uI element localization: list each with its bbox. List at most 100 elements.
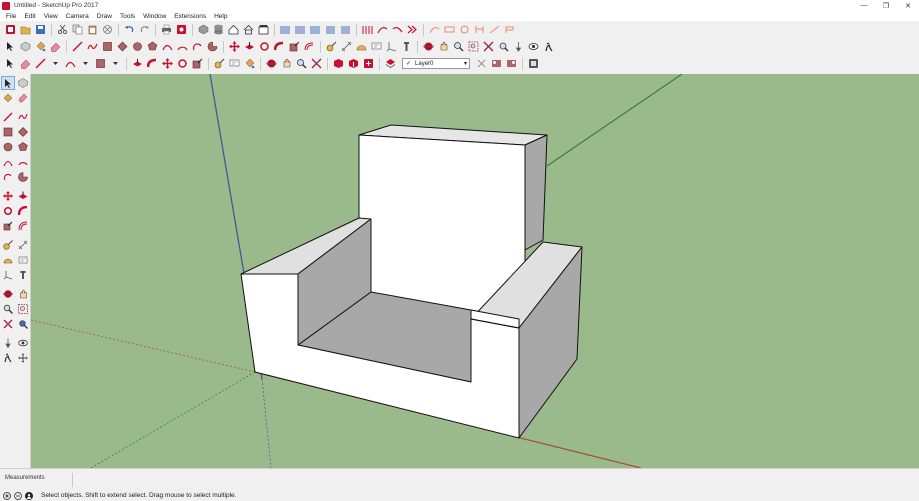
section-plane-4-icon[interactable] — [323, 23, 337, 37]
rectangle-tool-icon[interactable] — [100, 40, 114, 54]
3d-model-canvas[interactable] — [31, 74, 919, 468]
push-pull-2-icon[interactable] — [130, 57, 144, 71]
arc-tool-2-icon[interactable] — [63, 57, 77, 71]
cut-icon[interactable] — [55, 23, 69, 37]
scale-tool-icon[interactable] — [287, 40, 301, 54]
sidebar-rotate-icon[interactable] — [1, 204, 15, 218]
layers-icon[interactable] — [383, 57, 397, 71]
pan-tool-2-icon[interactable] — [279, 57, 293, 71]
sandbox-2-icon[interactable] — [375, 23, 389, 37]
dimension-tool-icon[interactable] — [339, 40, 353, 54]
line-dropdown-icon[interactable] — [48, 57, 62, 71]
rotate-tool-2-icon[interactable] — [175, 57, 189, 71]
zoom-tool-2-icon[interactable] — [294, 57, 308, 71]
make-component-icon[interactable] — [196, 23, 210, 37]
sandbox-outline-6-icon[interactable] — [502, 23, 516, 37]
sidebar-3d-text-icon[interactable] — [16, 268, 30, 282]
minimize-button[interactable]: — — [853, 0, 875, 11]
sidebar-rectangle-icon[interactable] — [1, 125, 15, 139]
polygon-tool-icon[interactable] — [145, 40, 159, 54]
3d-warehouse-icon[interactable] — [331, 57, 345, 71]
menu-view[interactable]: View — [40, 13, 62, 20]
open-folder-icon[interactable] — [18, 23, 32, 37]
zoom-tool-icon[interactable] — [451, 40, 465, 54]
orbit-tool-icon[interactable] — [421, 40, 435, 54]
sandbox-1-icon[interactable] — [360, 23, 374, 37]
sandbox-outline-3-icon[interactable] — [457, 23, 471, 37]
text-tool-icon[interactable] — [369, 40, 383, 54]
home-view-icon[interactable] — [226, 23, 240, 37]
sidebar-zoom-extents-icon[interactable] — [1, 317, 15, 331]
sidebar-dimension-icon[interactable] — [16, 238, 30, 252]
sidebar-three-point-arc-icon[interactable] — [1, 170, 15, 184]
drawing-viewport[interactable] — [31, 74, 919, 468]
line-tool-icon[interactable] — [70, 40, 84, 54]
eraser-icon[interactable] — [48, 40, 62, 54]
sidebar-previous-view-icon[interactable] — [16, 317, 30, 331]
circle-tool-icon[interactable] — [130, 40, 144, 54]
sidebar-push-pull-icon[interactable] — [16, 189, 30, 203]
credits-icon[interactable] — [14, 491, 22, 500]
print-icon[interactable] — [159, 23, 173, 37]
freehand-tool-icon[interactable] — [85, 40, 99, 54]
close-button[interactable]: ✕ — [897, 0, 919, 11]
sidebar-scale-icon[interactable] — [1, 219, 15, 233]
zoom-extents-2-icon[interactable] — [309, 57, 323, 71]
sidebar-polygon-icon[interactable] — [16, 140, 30, 154]
three-point-arc-icon[interactable] — [190, 40, 204, 54]
sandbox-outline-2-icon[interactable] — [442, 23, 456, 37]
sidebar-circle-icon[interactable] — [1, 140, 15, 154]
rectangle-tool-2-icon[interactable] — [93, 57, 107, 71]
paint-bucket-icon[interactable] — [33, 40, 47, 54]
sidebar-freehand-icon[interactable] — [16, 110, 30, 124]
sidebar-pan-icon[interactable] — [16, 287, 30, 301]
orbit-tool-2-icon[interactable] — [264, 57, 278, 71]
sidebar-orbit-icon[interactable] — [1, 287, 15, 301]
arc-tool-icon[interactable] — [160, 40, 174, 54]
sandbox-4-icon[interactable] — [405, 23, 419, 37]
sidebar-zoom-icon[interactable] — [1, 302, 15, 316]
menu-extensions[interactable]: Extensions — [170, 13, 210, 20]
sidebar-paint-bucket-icon[interactable] — [1, 91, 15, 105]
sidebar-component-icon[interactable] — [16, 76, 30, 90]
3d-text-tool-icon[interactable] — [399, 40, 413, 54]
pie-tool-icon[interactable] — [205, 40, 219, 54]
house-icon[interactable] — [241, 23, 255, 37]
zoom-extents-icon[interactable] — [481, 40, 495, 54]
menu-help[interactable]: Help — [210, 13, 231, 20]
sandbox-outline-5-icon[interactable] — [487, 23, 501, 37]
select-arrow-2-icon[interactable] — [3, 57, 17, 71]
extension-warehouse-icon[interactable] — [361, 57, 375, 71]
move-tool-2-icon[interactable] — [160, 57, 174, 71]
new-file-icon[interactable] — [3, 23, 17, 37]
section-plane-5-icon[interactable] — [338, 23, 352, 37]
select-arrow-icon[interactable] — [3, 40, 17, 54]
cylinder-icon[interactable] — [211, 23, 225, 37]
sidebar-pie-icon[interactable] — [16, 170, 30, 184]
save-icon[interactable] — [33, 23, 47, 37]
make-component-2-icon[interactable] — [18, 40, 32, 54]
tape-measure-icon[interactable] — [324, 40, 338, 54]
sidebar-look-around-icon[interactable] — [16, 336, 30, 350]
pan-tool-icon[interactable] — [436, 40, 450, 54]
sidebar-two-point-arc-icon[interactable] — [16, 155, 30, 169]
tape-measure-2-icon[interactable] — [212, 57, 226, 71]
offset-tool-icon[interactable] — [302, 40, 316, 54]
section-plane-2-icon[interactable] — [293, 23, 307, 37]
copy-icon[interactable] — [70, 23, 84, 37]
maximize-button[interactable]: ❐ — [875, 0, 897, 11]
sidebar-move-icon[interactable] — [1, 189, 15, 203]
undo-icon[interactable] — [122, 23, 136, 37]
sidebar-section-plane-icon[interactable] — [16, 351, 30, 365]
sidebar-position-camera-icon[interactable] — [1, 336, 15, 350]
move-tool-icon[interactable] — [227, 40, 241, 54]
shadows-icon[interactable] — [489, 57, 503, 71]
sidebar-offset-icon[interactable] — [16, 219, 30, 233]
model-info-icon[interactable] — [174, 23, 188, 37]
push-pull-tool-icon[interactable] — [242, 40, 256, 54]
previous-view-icon[interactable] — [496, 40, 510, 54]
sandbox-outline-1-icon[interactable] — [427, 23, 441, 37]
menu-file[interactable]: File — [2, 13, 20, 20]
axes-tool-icon[interactable] — [384, 40, 398, 54]
protractor-tool-icon[interactable] — [354, 40, 368, 54]
